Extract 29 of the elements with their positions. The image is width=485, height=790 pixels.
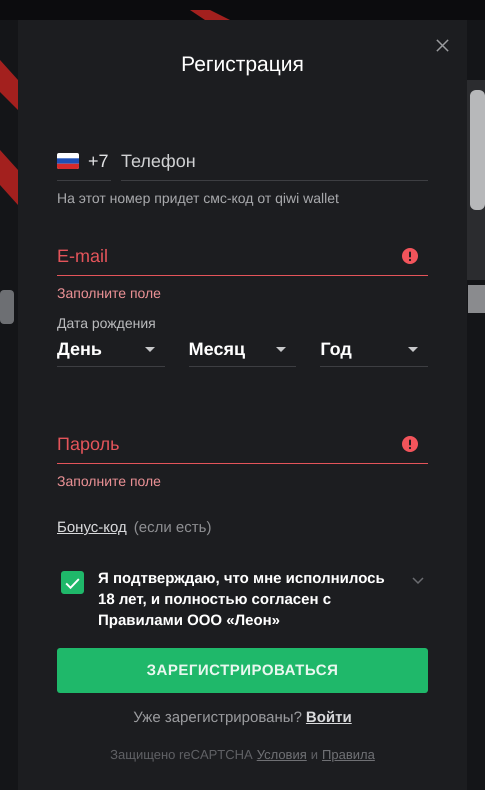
error-message: Заполните поле (57, 284, 162, 302)
login-prompt: Уже зарегистрированы? (133, 708, 302, 728)
dialog-title: Регистрация (180, 52, 305, 78)
error-icon (402, 436, 418, 452)
bonus-note: (если есть) (134, 518, 212, 538)
date-select[interactable]: Месяц (188, 332, 296, 367)
conjunction-text: и (310, 746, 318, 764)
country-code-select[interactable]: +7 (57, 142, 111, 181)
phone-hint: На этот номер придет смс-код от qiwi wallet (57, 189, 340, 207)
error-icon (402, 248, 418, 264)
password-field[interactable]: Пароль (57, 434, 402, 454)
flag-icon (57, 153, 79, 169)
caret-icon (408, 346, 418, 352)
backdrop-shape (0, 290, 14, 324)
error-message: Заполните поле (57, 472, 162, 490)
chevron-icon[interactable] (412, 577, 424, 585)
close-icon[interactable] (435, 38, 450, 53)
caret-icon (144, 346, 155, 352)
login-link[interactable]: Войти (306, 708, 352, 728)
birth-date-label: Дата рождения (57, 314, 157, 332)
date-select[interactable]: День (57, 332, 165, 367)
phone-field[interactable]: Телефон (121, 142, 428, 181)
recaptcha-notice: Защищено reCAPTCHA (110, 746, 253, 764)
caret-icon (276, 346, 286, 352)
bonus-code-link[interactable]: Бонус-код (57, 518, 127, 538)
email-field[interactable]: E-mail (57, 246, 402, 266)
agreement-text: Я подтверждаю, что мне исполнилось 18 лет, и полностью согласен с Правилами ООО «Леон» (98, 569, 386, 631)
agreement-checkbox[interactable] (61, 571, 84, 594)
date-select[interactable]: Год (320, 332, 428, 367)
